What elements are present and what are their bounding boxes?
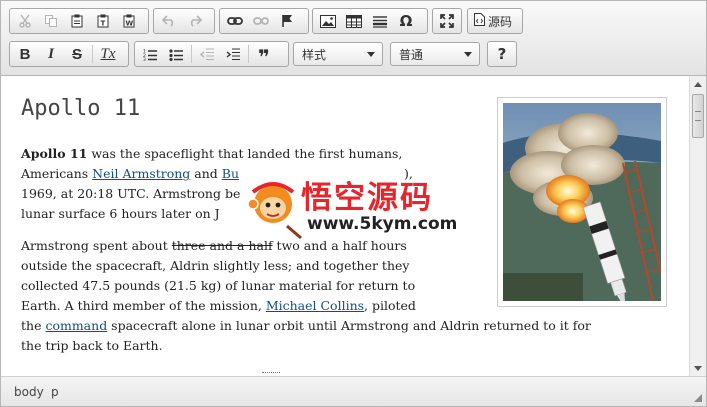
undo-icon[interactable] xyxy=(157,10,181,32)
path-item-p[interactable]: p xyxy=(51,385,59,399)
p2-text: the xyxy=(21,318,46,333)
anchor-flag-icon[interactable] xyxy=(275,10,299,32)
editing-area[interactable]: Apollo 11 Apollo 11 was the spaceflight … xyxy=(1,76,689,376)
indent-icon[interactable] xyxy=(221,43,245,65)
help-button[interactable]: ? xyxy=(491,43,513,65)
p2-text: spacecraft alone in lunar orbit until Ar… xyxy=(107,318,591,333)
styles-dropdown[interactable]: 样式 xyxy=(293,42,383,66)
paragraph-2: Armstrong spent about three and a half t… xyxy=(21,236,671,356)
element-path-bar: body p xyxy=(1,376,706,406)
unlink-icon[interactable] xyxy=(249,10,273,32)
p2-text: collected 47.5 pounds (21.5 kg) of lunar… xyxy=(21,278,416,293)
monkey-logo-icon xyxy=(247,182,302,240)
link-icon[interactable] xyxy=(223,10,247,32)
svg-text:T: T xyxy=(101,20,106,28)
toolbar-separator xyxy=(191,45,192,63)
table-icon[interactable] xyxy=(342,10,366,32)
paste-word-icon[interactable]: W xyxy=(117,10,141,32)
p2-text: the trip back to Earth. xyxy=(21,338,163,353)
p1-text: 1969, at 20:18 UTC. Armstrong be xyxy=(21,186,241,201)
svg-text:3: 3 xyxy=(143,57,146,61)
toolbar-separator xyxy=(92,45,93,63)
watermark: 悟空源码 www.5kym.com xyxy=(247,164,477,244)
p2-text: Earth. A third member of the mission, xyxy=(21,298,266,313)
rich-text-editor: T W Ω 源码 B I S Tx 1 2 3 ❞ 样式 普通 ? Apollo… xyxy=(0,0,707,407)
paragraph-group: 123 ❞ xyxy=(134,41,289,68)
maximize-icon[interactable] xyxy=(436,10,458,32)
insert-group: Ω xyxy=(312,8,428,34)
p1-text: Americans xyxy=(21,166,93,181)
remove-format-button[interactable]: Tx xyxy=(96,43,120,65)
blockquote-button[interactable]: ❞ xyxy=(252,43,276,68)
apollo-bold-text: Apollo 11 xyxy=(21,146,88,161)
resize-grip-icon[interactable] xyxy=(694,394,702,402)
italic-button[interactable]: I xyxy=(39,43,63,65)
link-buzz-aldrin[interactable]: Bu xyxy=(222,166,239,181)
vertical-scrollbar[interactable] xyxy=(689,76,706,376)
history-group xyxy=(153,8,215,34)
image-icon[interactable] xyxy=(316,10,340,32)
redo-icon[interactable] xyxy=(183,10,207,32)
link-group xyxy=(219,8,309,34)
chevron-down-icon xyxy=(464,52,472,57)
bold-button[interactable]: B xyxy=(13,43,37,65)
link-michael-collins[interactable]: Michael Collins xyxy=(266,298,364,313)
watermark-title: 悟空源码 xyxy=(301,180,433,216)
chevron-down-icon xyxy=(367,52,375,57)
toolbar-separator xyxy=(248,45,249,63)
path-item-body[interactable]: body xyxy=(14,385,44,399)
p2-text: , piloted xyxy=(364,298,416,313)
link-neil-armstrong[interactable]: Neil Armstrong xyxy=(92,166,190,181)
copy-icon[interactable] xyxy=(39,10,63,32)
bulleted-list-icon[interactable] xyxy=(164,43,188,65)
styles-dropdown-value: 样式 xyxy=(302,47,327,62)
cut-icon[interactable] xyxy=(13,10,37,32)
help-group: ? xyxy=(487,41,517,67)
p2-text: outside the spacecraft, Aldrin slightly … xyxy=(21,258,410,273)
source-icon xyxy=(474,13,485,29)
strikethrough-button[interactable]: S xyxy=(65,43,89,65)
horizontal-rule-icon[interactable] xyxy=(368,10,392,32)
watermark-url: www.5kym.com xyxy=(307,214,458,234)
p1-text: lunar surface 6 hours later on J xyxy=(21,206,220,221)
p2-text: Armstrong spent about xyxy=(21,238,172,253)
source-group: 源码 xyxy=(467,8,523,34)
source-label: 源码 xyxy=(488,14,513,29)
special-char-icon[interactable]: Ω xyxy=(394,10,418,32)
p1-text: was the spaceflight that landed the firs… xyxy=(87,146,403,161)
image-resize-handle xyxy=(262,372,280,375)
clipboard-group: T W xyxy=(9,8,149,34)
scroll-up-icon[interactable] xyxy=(690,76,706,92)
paste-icon[interactable] xyxy=(65,10,89,32)
toolbar: T W Ω 源码 B I S Tx 1 2 3 ❞ 样式 普通 ? xyxy=(1,1,706,76)
source-button[interactable]: 源码 xyxy=(470,13,516,30)
document-heading: Apollo 11 xyxy=(21,96,141,121)
basic-styles-group: B I S Tx xyxy=(9,41,129,67)
svg-text:W: W xyxy=(126,20,134,28)
p1-text: and xyxy=(190,166,222,181)
format-dropdown[interactable]: 普通 xyxy=(390,42,480,66)
numbered-list-icon[interactable]: 123 xyxy=(138,43,162,65)
outdent-icon[interactable] xyxy=(195,43,219,65)
paste-text-icon[interactable]: T xyxy=(91,10,115,32)
link-command[interactable]: command xyxy=(45,318,107,333)
scroll-down-icon[interactable] xyxy=(690,360,706,376)
format-dropdown-value: 普通 xyxy=(399,47,424,62)
view-group xyxy=(432,8,462,34)
scrollbar-thumb[interactable] xyxy=(692,94,704,138)
